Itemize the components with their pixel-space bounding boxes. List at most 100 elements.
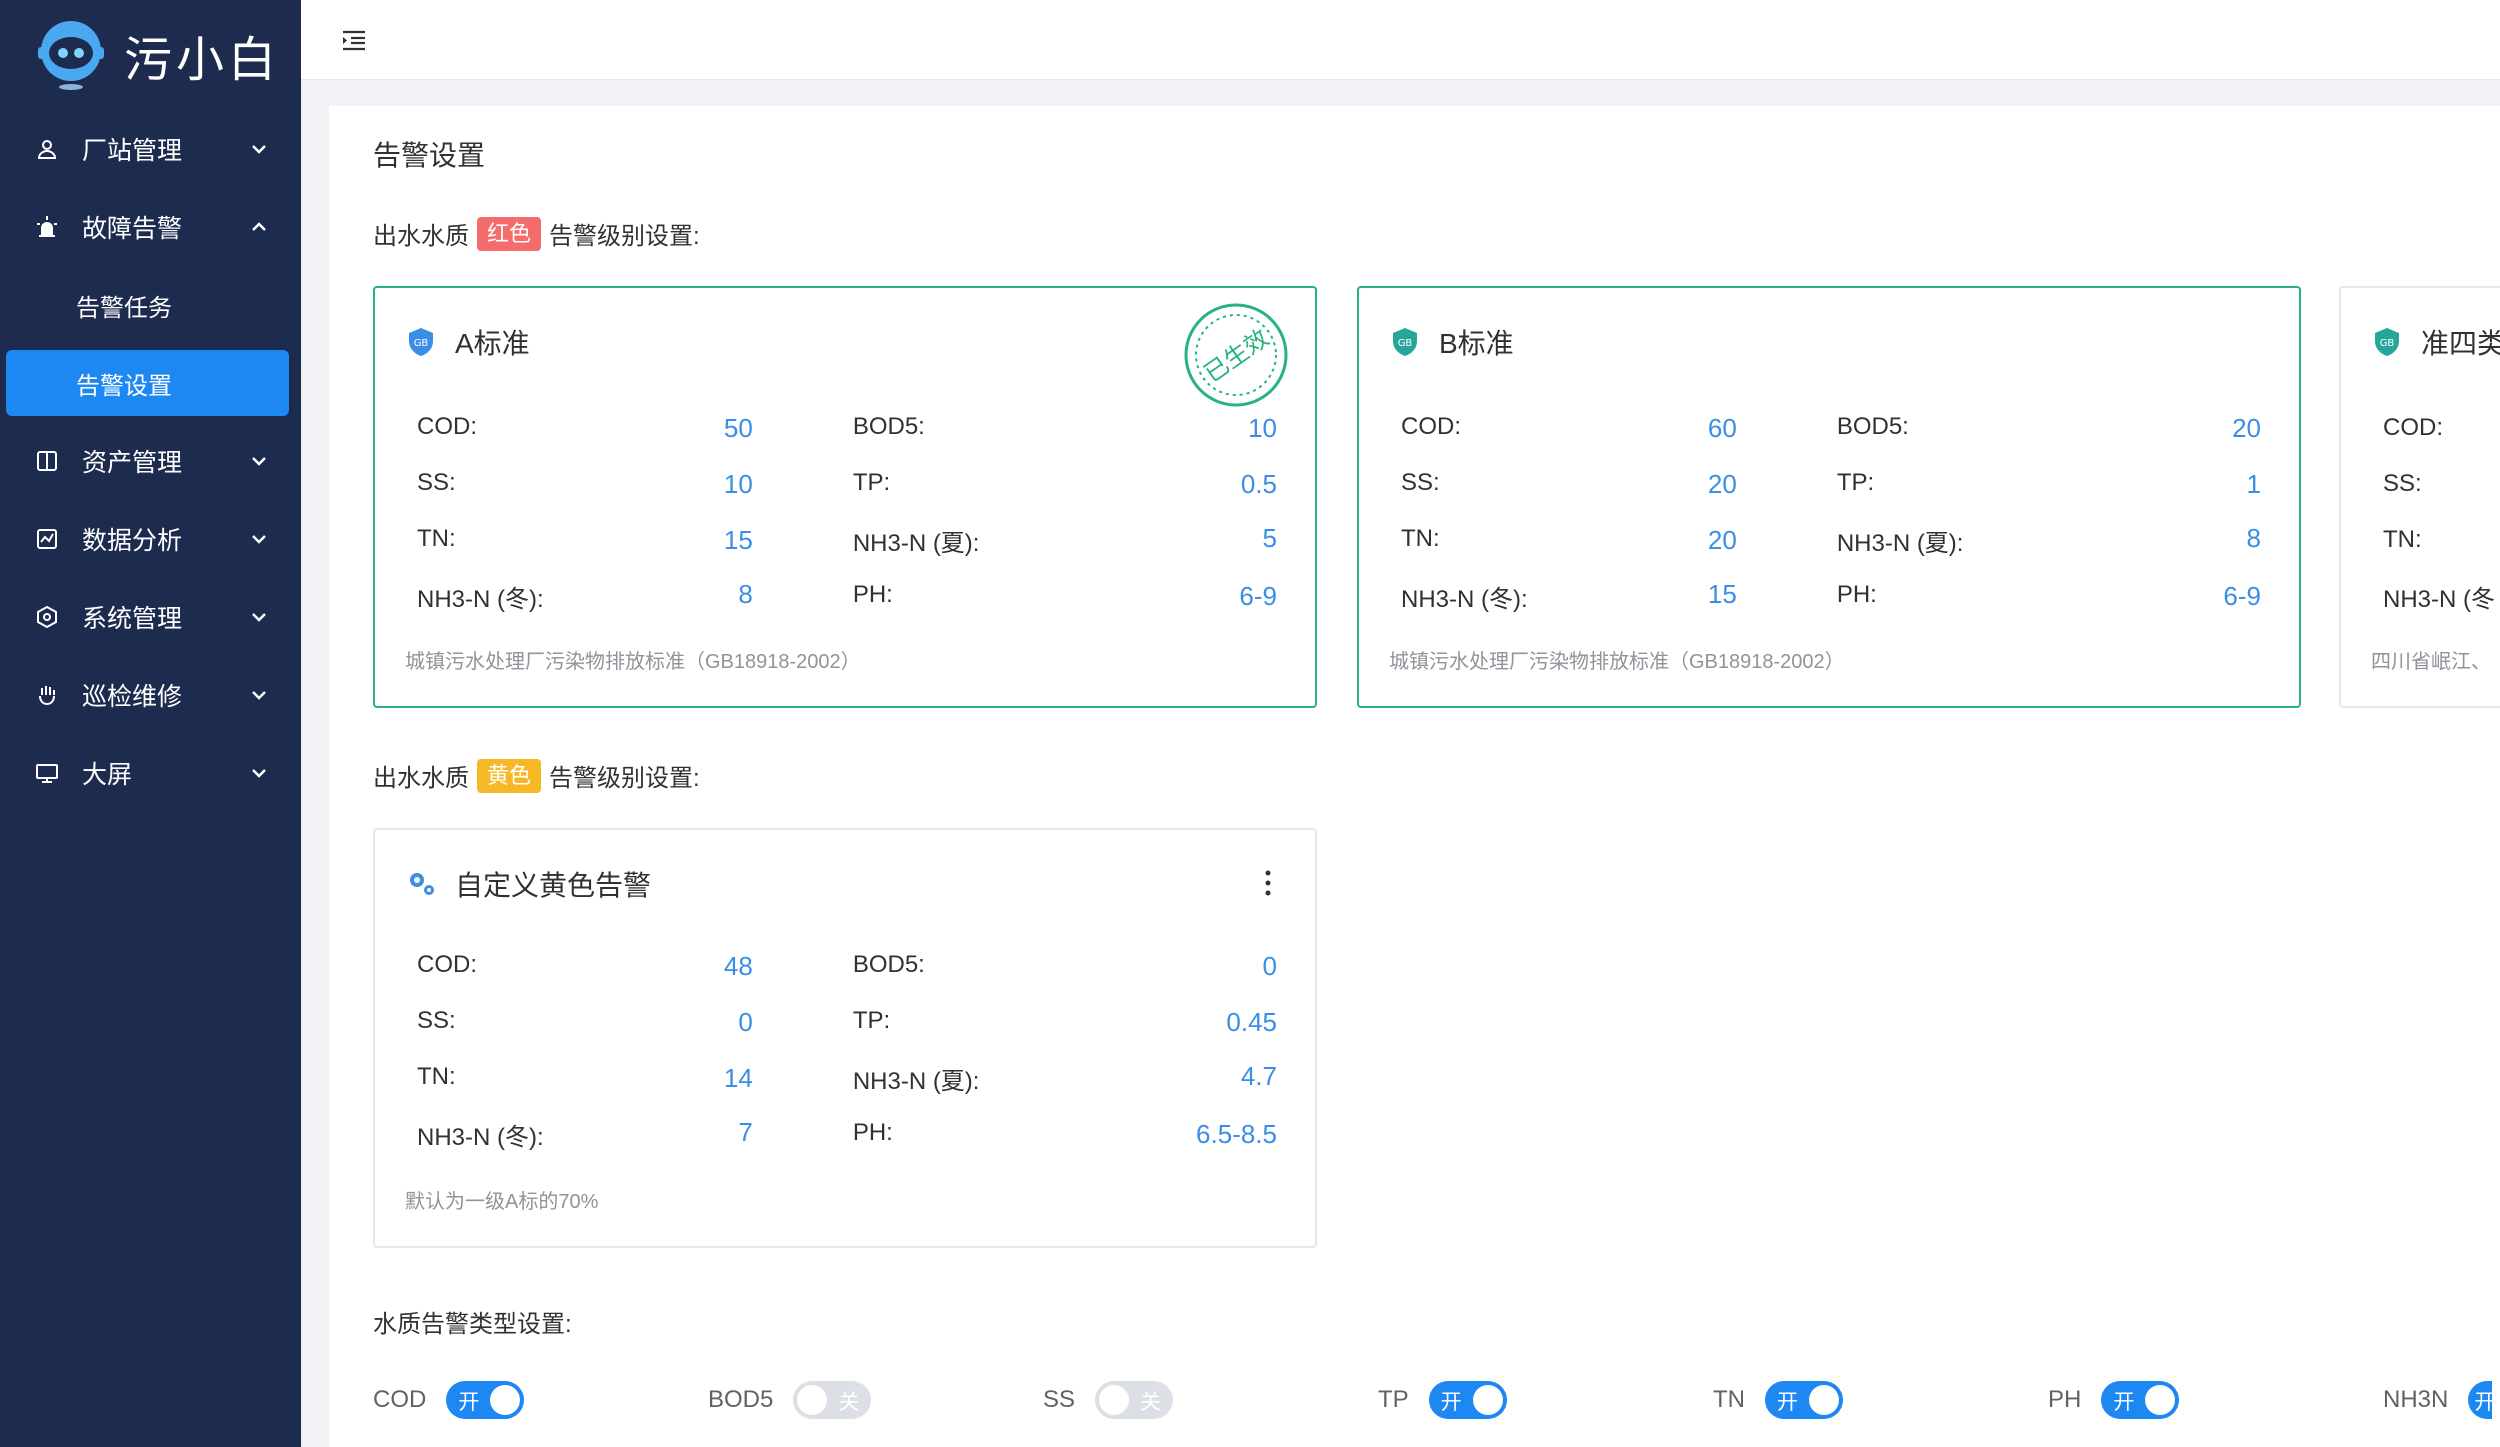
- card-header: GB B标准: [1389, 322, 1514, 362]
- param-value: 8: [2246, 522, 2261, 553]
- section-title: 水质告警类型设置:: [373, 1311, 572, 1338]
- toggle-text: 开: [2474, 1391, 2496, 1414]
- chevron-down-icon: [252, 769, 266, 778]
- param-key: PH:: [1836, 580, 1877, 608]
- param-key: COD:: [417, 950, 477, 978]
- hand-icon: [34, 682, 60, 708]
- yellow-tag: 黄色: [477, 758, 542, 793]
- sidebar-item-label: 厂站管理: [82, 137, 183, 165]
- sidebar-item-data-analysis[interactable]: 数据分析: [0, 500, 301, 578]
- toggle-knob: [1809, 1385, 1839, 1415]
- alarm-icon: [34, 214, 60, 240]
- section-suffix: 告警级别设置:: [549, 223, 700, 250]
- toggle-text: 开: [458, 1391, 480, 1414]
- chevron-down-icon: [252, 535, 266, 544]
- toggle-text: 开: [2113, 1391, 2135, 1414]
- switch-item-nh3n: NH3N 开: [2383, 1381, 2500, 1419]
- param-value: 4.7: [1240, 1060, 1277, 1091]
- param-value: 6-9: [1239, 580, 1277, 611]
- param-key: TN:: [2383, 526, 2422, 553]
- sidebar-item-label: 巡检维修: [82, 683, 183, 711]
- toggle-knob: [2145, 1385, 2176, 1415]
- param-value: 48: [723, 950, 753, 981]
- sidebar-item-inspection[interactable]: 巡检维修: [0, 656, 301, 734]
- param-value: 1: [2246, 468, 2261, 499]
- sidebar-item-system[interactable]: 系统管理: [0, 578, 301, 656]
- sidebar-subitem-alarm-task[interactable]: 告警任务: [0, 266, 301, 344]
- param-key: COD:: [2383, 414, 2443, 441]
- toggle-knob: [490, 1385, 521, 1415]
- menu-fold-icon[interactable]: [341, 28, 367, 52]
- cod-toggle[interactable]: 开: [446, 1381, 525, 1419]
- effective-stamp-icon: 已生效: [1184, 303, 1288, 407]
- top-header: [301, 0, 2500, 80]
- custom-yellow-card[interactable]: 自定义黄色告警 COD: 48 BOD5: 0 SS: 0 TP: 0.45 TN: 14 NH…: [373, 828, 1317, 1248]
- sidebar-item-label: 资产管理: [82, 449, 183, 477]
- chevron-down-icon: [252, 457, 266, 466]
- switch-label: NH3N: [2383, 1386, 2449, 1413]
- param-value: 6-9: [2223, 580, 2261, 611]
- card-header: GB A标准: [405, 322, 530, 362]
- param-grid: COD: SS: TN: NH3-N (冬: [2383, 400, 2500, 624]
- toggle-text: 开: [1777, 1391, 1798, 1414]
- book-icon: [34, 448, 60, 474]
- page-title: 告警设置: [373, 140, 486, 171]
- param-value: 0.45: [1226, 1006, 1277, 1037]
- param-key: SS:: [2383, 470, 2422, 497]
- sidebar-subitem-alarm-settings[interactable]: 告警设置: [6, 350, 289, 416]
- toggle-knob: [1472, 1385, 1503, 1415]
- param-value: 5: [1262, 522, 1277, 553]
- param-key: TN:: [417, 524, 456, 552]
- settings-icon: [34, 604, 60, 630]
- param-grid: COD: 50 BOD5: 10 SS: 10 TP: 0.5 TN: 15 NH3-N (夏)…: [417, 400, 1277, 624]
- toggle-text: 开: [1440, 1391, 1462, 1414]
- standard-card-a[interactable]: GB A标准 已生效 COD: 50 BOD5: 10 SS: 10 TP: 0.5 TN:…: [373, 286, 1317, 708]
- card-footer: 城镇污水处理厂污染物排放标准（GB18918-2002）: [1389, 651, 1845, 673]
- red-level-label: 出水水质 红色 告警级别设置:: [373, 216, 700, 251]
- switch-label: TN: [1713, 1386, 1745, 1413]
- toggle-text: 关: [838, 1391, 860, 1414]
- standard-card-quasi-four[interactable]: GB 准四类 COD: SS: TN: NH3-N (冬 四川省岷江、: [2339, 286, 2500, 708]
- standard-card-b[interactable]: GB B标准 COD: 60 BOD5: 20 SS: 20 TP: 1 TN: 20 NH3-…: [1357, 286, 2301, 708]
- app-logo[interactable]: 污小白: [0, 0, 301, 110]
- toggle-knob: [797, 1385, 828, 1415]
- param-key: PH:: [852, 580, 893, 608]
- param-key: NH3-N (冬):: [417, 585, 544, 613]
- sidebar-item-fault-alarm[interactable]: 故障告警: [0, 188, 301, 266]
- param-value: 20: [1707, 524, 1737, 555]
- switch-label: COD: [373, 1386, 427, 1413]
- section-prefix: 出水水质: [373, 223, 469, 250]
- tp-toggle[interactable]: 开: [1428, 1381, 1507, 1419]
- toggle-text: 关: [1140, 1391, 1162, 1414]
- user-icon: [34, 136, 60, 162]
- param-value: 8: [738, 578, 753, 609]
- sidebar-item-big-screen[interactable]: 大屏: [0, 734, 301, 812]
- sidebar-subitem-label: 告警任务: [76, 294, 172, 322]
- sidebar-item-label: 大屏: [82, 761, 133, 789]
- svg-text:GB: GB: [2380, 338, 2395, 349]
- svg-text:GB: GB: [1398, 338, 1413, 349]
- more-options-icon[interactable]: [1263, 868, 1273, 898]
- shield-gb-icon: GB: [1393, 328, 1417, 356]
- param-key: BOD5:: [852, 412, 925, 440]
- param-value: 7: [738, 1116, 753, 1147]
- sidebar-item-station[interactable]: 厂站管理: [0, 110, 301, 188]
- bod5-toggle[interactable]: 关: [793, 1381, 872, 1419]
- ph-toggle[interactable]: 开: [2101, 1381, 2180, 1419]
- ss-toggle[interactable]: 关: [1095, 1381, 1174, 1419]
- tn-toggle[interactable]: 开: [1765, 1381, 1843, 1419]
- param-value: 20: [1707, 468, 1737, 499]
- monitor-icon: [34, 760, 60, 786]
- param-key: TP:: [852, 468, 891, 496]
- sidebar-item-label: 故障告警: [82, 215, 183, 243]
- section-prefix: 出水水质: [373, 765, 469, 792]
- param-value: 0: [738, 1006, 753, 1037]
- section-suffix: 告警级别设置:: [549, 765, 700, 792]
- switch-label: BOD5: [708, 1386, 774, 1413]
- param-key: NH3-N (夏):: [1836, 529, 1964, 557]
- param-key: NH3-N (冬: [2383, 585, 2495, 613]
- nh3n-toggle[interactable]: 开: [2468, 1381, 2496, 1419]
- sidebar-item-assets[interactable]: 资产管理: [0, 422, 301, 500]
- param-key: BOD5:: [1836, 412, 1909, 440]
- card-title: 自定义黄色告警: [455, 870, 652, 901]
